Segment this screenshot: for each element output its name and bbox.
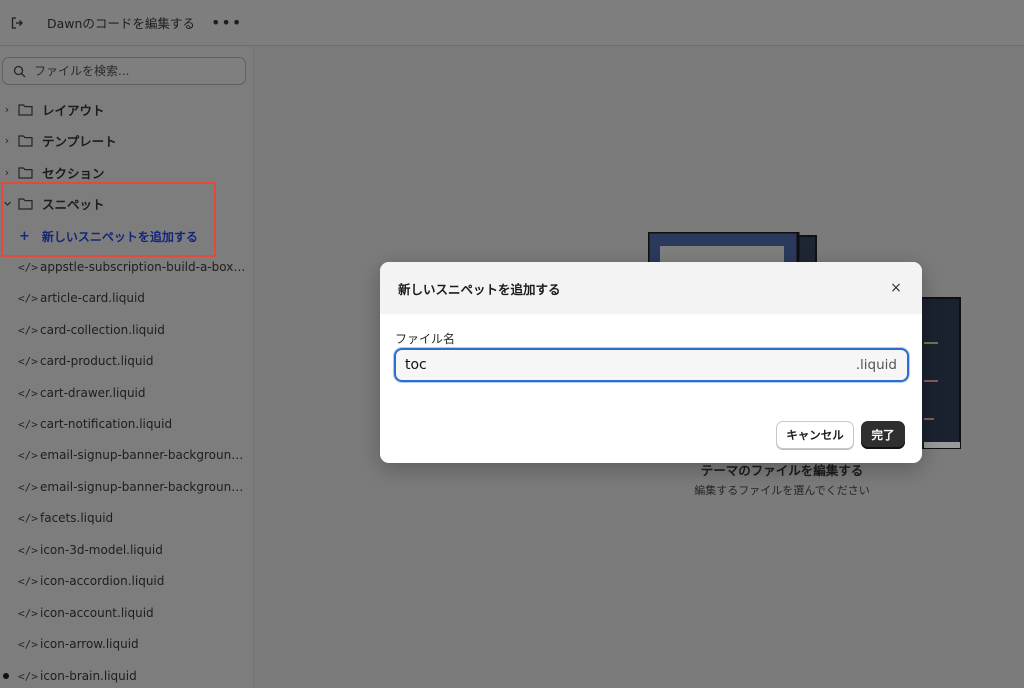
- file-item[interactable]: </> icon-account.liquid: [0, 601, 254, 625]
- file-name: icon-account.liquid: [40, 606, 154, 620]
- code-icon: </>: [18, 260, 38, 274]
- folder-icon: [18, 165, 34, 179]
- folder-icon: [18, 133, 34, 147]
- file-item[interactable]: </> appstle-subscription-build-a-box-v...: [0, 255, 254, 279]
- search-input[interactable]: [34, 64, 234, 78]
- folder-layout[interactable]: › レイアウト: [0, 97, 254, 121]
- file-name: cart-drawer.liquid: [40, 386, 146, 400]
- file-item[interactable]: </> email-signup-banner-background.li...: [0, 475, 254, 499]
- file-item[interactable]: </> icon-brain.liquid: [0, 664, 254, 688]
- code-icon: </>: [18, 291, 38, 305]
- folder-icon: [18, 102, 34, 116]
- code-icon: </>: [18, 354, 38, 368]
- modal-title: 新しいスニペットを追加する: [398, 281, 561, 297]
- file-name: icon-arrow.liquid: [40, 637, 139, 651]
- file-name-label: ファイル名: [395, 332, 456, 346]
- highlight-box: [1, 182, 216, 257]
- code-icon: </>: [18, 543, 38, 557]
- file-name: icon-brain.liquid: [40, 669, 137, 683]
- empty-state-subtitle: 編集するファイルを選んでください: [694, 484, 870, 497]
- folder-sections[interactable]: › セクション: [0, 160, 254, 184]
- file-name: facets.liquid: [40, 511, 114, 525]
- code-icon: </>: [18, 669, 38, 683]
- chevron-right-icon: ›: [4, 165, 10, 179]
- code-icon: </>: [18, 511, 38, 525]
- code-icon: </>: [18, 386, 38, 400]
- folder-label: セクション: [42, 165, 105, 181]
- close-icon[interactable]: ×: [888, 280, 904, 296]
- folder-templates[interactable]: › テンプレート: [0, 128, 254, 152]
- folder-label: レイアウト: [42, 102, 105, 118]
- file-name: appstle-subscription-build-a-box-v...: [40, 260, 246, 274]
- file-item[interactable]: </> cart-notification.liquid: [0, 412, 254, 436]
- search-icon: [13, 64, 27, 78]
- file-sidebar: › レイアウト › テンプレート › セクション スニペット + 新しいスニペッ…: [0, 47, 254, 688]
- code-icon: </>: [18, 637, 38, 651]
- file-item[interactable]: </> facets.liquid: [0, 506, 254, 530]
- code-icon: </>: [18, 480, 38, 494]
- file-name: card-product.liquid: [40, 354, 154, 368]
- top-bar: Dawnのコードを編集する •••: [0, 0, 1024, 46]
- code-icon: </>: [18, 606, 38, 620]
- file-name: card-collection.liquid: [40, 323, 165, 337]
- cancel-button[interactable]: キャンセル: [776, 421, 854, 449]
- more-actions-button[interactable]: •••: [211, 14, 242, 30]
- file-item[interactable]: </> card-collection.liquid: [0, 318, 254, 342]
- modal-header: 新しいスニペットを追加する ×: [380, 262, 922, 314]
- folder-label: テンプレート: [42, 133, 117, 149]
- file-name: cart-notification.liquid: [40, 417, 173, 431]
- file-item[interactable]: </> icon-accordion.liquid: [0, 569, 254, 593]
- file-name-field[interactable]: .liquid: [394, 348, 909, 382]
- file-name: email-signup-banner-background-...: [40, 448, 246, 462]
- code-icon: </>: [18, 323, 38, 337]
- page-title: Dawnのコードを編集する: [47, 16, 195, 31]
- add-snippet-modal: 新しいスニペットを追加する × ファイル名 .liquid キャンセル 完了: [380, 262, 922, 463]
- file-name: icon-accordion.liquid: [40, 574, 165, 588]
- file-item[interactable]: </> cart-drawer.liquid: [0, 381, 254, 405]
- file-name: email-signup-banner-background.li...: [40, 480, 246, 494]
- file-item[interactable]: </> email-signup-banner-background-...: [0, 443, 254, 467]
- file-item[interactable]: </> card-product.liquid: [0, 349, 254, 373]
- file-name: article-card.liquid: [40, 291, 145, 305]
- search-box[interactable]: [2, 57, 246, 85]
- file-name-input[interactable]: [405, 357, 825, 373]
- modified-dot: [3, 673, 9, 679]
- file-extension-suffix: .liquid: [855, 357, 897, 373]
- code-icon: </>: [18, 417, 38, 431]
- file-name: icon-3d-model.liquid: [40, 543, 163, 557]
- exit-icon[interactable]: [9, 15, 25, 31]
- file-item[interactable]: </> icon-arrow.liquid: [0, 632, 254, 656]
- chevron-right-icon: ›: [4, 102, 10, 116]
- file-item[interactable]: </> icon-3d-model.liquid: [0, 538, 254, 562]
- chevron-right-icon: ›: [4, 133, 10, 147]
- file-item[interactable]: </> article-card.liquid: [0, 286, 254, 310]
- done-button[interactable]: 完了: [861, 421, 905, 449]
- code-icon: </>: [18, 448, 38, 462]
- code-icon: </>: [18, 574, 38, 588]
